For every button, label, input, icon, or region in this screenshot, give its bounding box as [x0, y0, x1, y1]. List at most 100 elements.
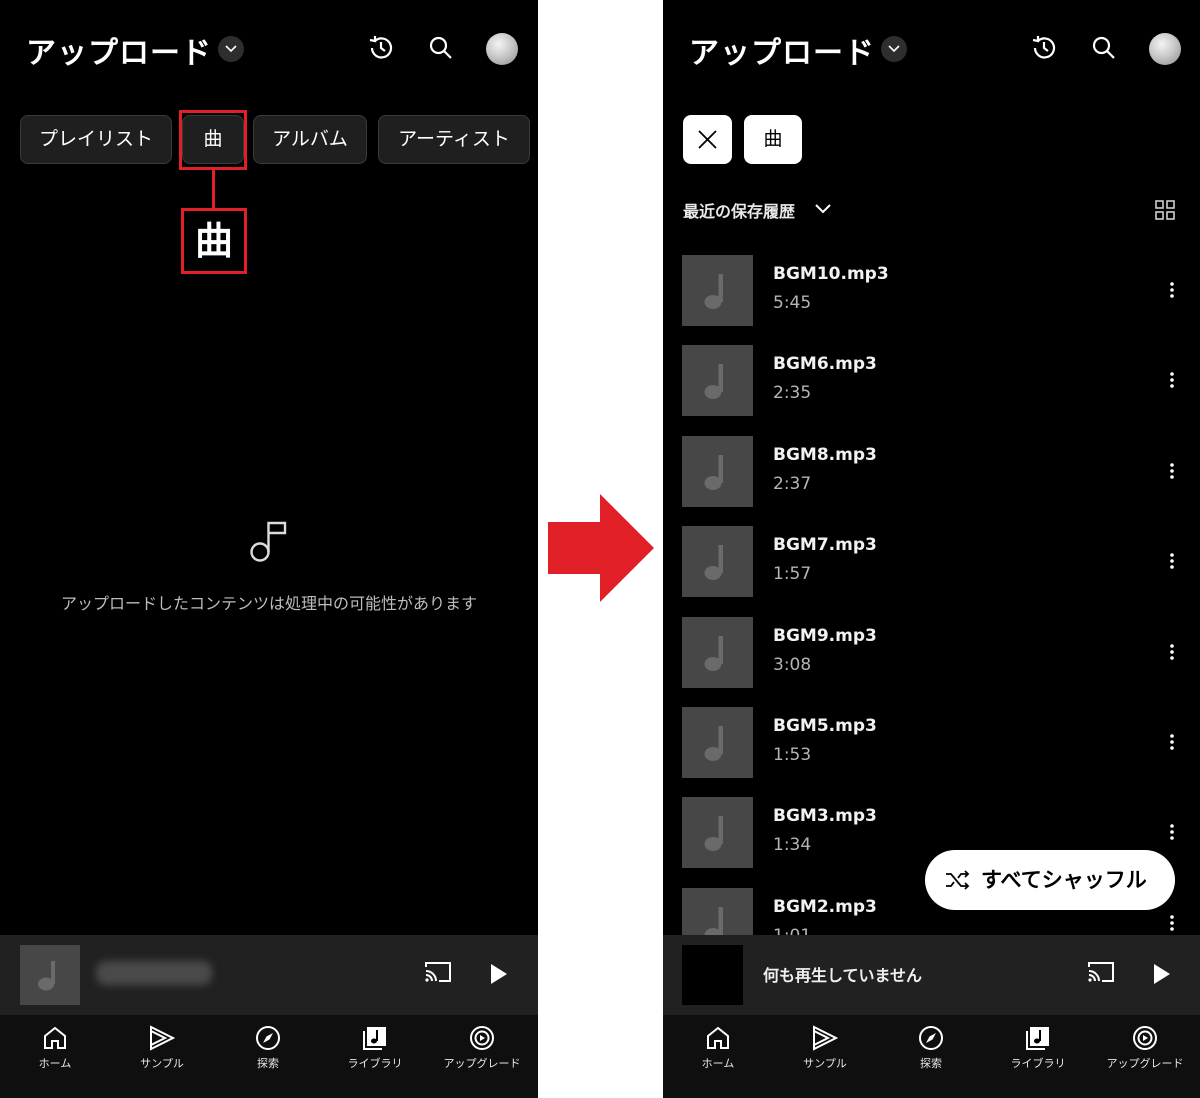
nav-home[interactable]: ホーム — [5, 1025, 105, 1071]
close-icon — [698, 130, 717, 149]
chip-artist[interactable]: アーティスト — [378, 115, 530, 164]
chip-song-selected[interactable]: 曲 — [744, 115, 802, 164]
right-screen: アップロード 曲 最近の保存履歴 BGM10.mp3 5:45 BGM6.mp3 2:… — [663, 0, 1200, 1098]
nav-explore[interactable]: 探索 — [218, 1025, 318, 1071]
song-row[interactable]: BGM10.mp3 5:45 — [663, 255, 1200, 345]
nav-label: ライブラリ — [347, 1057, 403, 1070]
compass-icon — [919, 1026, 943, 1050]
chevron-down-icon[interactable] — [881, 36, 907, 62]
more-vert-icon[interactable] — [1169, 823, 1175, 841]
more-vert-icon[interactable] — [1169, 643, 1175, 661]
chevron-down-icon[interactable] — [218, 36, 244, 62]
avatar[interactable] — [486, 33, 518, 65]
more-vert-icon[interactable] — [1169, 281, 1175, 299]
upgrade-icon — [470, 1026, 494, 1050]
history-icon[interactable] — [366, 33, 396, 63]
clear-filter-button[interactable] — [683, 115, 732, 164]
music-note-icon — [704, 545, 723, 580]
nav-label: ホーム — [701, 1057, 735, 1070]
page-title: アップロード — [689, 36, 875, 71]
more-vert-icon[interactable] — [1169, 914, 1175, 932]
nav-label: アップグレード — [1106, 1057, 1184, 1070]
music-note-icon — [38, 961, 55, 991]
now-playing-text: 何も再生していません — [763, 966, 923, 985]
more-vert-icon[interactable] — [1169, 552, 1175, 570]
song-thumbnail — [682, 436, 753, 507]
nav-sample[interactable]: サンプル — [112, 1025, 212, 1071]
more-vert-icon[interactable] — [1169, 462, 1175, 480]
chip-playlist[interactable]: プレイリスト — [20, 115, 172, 164]
library-icon — [1026, 1027, 1049, 1050]
mini-player[interactable]: 何も再生していません — [663, 935, 1200, 1015]
more-vert-icon[interactable] — [1169, 733, 1175, 751]
track-thumbnail — [682, 945, 743, 1005]
song-duration: 1:53 — [773, 745, 812, 765]
chevron-down-icon[interactable] — [813, 202, 833, 216]
nav-label: サンプル — [803, 1057, 847, 1070]
song-row[interactable]: BGM9.mp3 3:08 — [663, 617, 1200, 707]
nav-label: アップグレード — [443, 1057, 521, 1070]
music-note-icon — [250, 521, 287, 562]
upgrade-icon — [1133, 1026, 1157, 1050]
bottom-nav: ホーム サンプル 探索 ライブラリ アップグレード — [663, 1015, 1200, 1098]
chip-album[interactable]: アルバム — [253, 115, 367, 164]
song-title: BGM8.mp3 — [773, 445, 877, 465]
page-title: アップロード — [26, 36, 212, 71]
song-title: BGM7.mp3 — [773, 535, 877, 555]
shuffle-label: すべてシャッフル — [981, 868, 1147, 892]
cast-icon[interactable] — [1087, 961, 1115, 983]
play-icon[interactable] — [489, 963, 509, 985]
bottom-nav: ホーム サンプル 探索 ライブラリ アップグレード — [0, 1015, 538, 1098]
mini-player[interactable] — [0, 935, 538, 1015]
library-icon — [363, 1027, 386, 1050]
empty-message: アップロードしたコンテンツは処理中の可能性があります — [60, 594, 477, 613]
song-title: BGM2.mp3 — [773, 897, 877, 917]
song-row[interactable]: BGM6.mp3 2:35 — [663, 345, 1200, 435]
top-bar: アップロード — [663, 0, 1200, 96]
music-note-icon — [704, 455, 723, 490]
track-thumbnail — [20, 945, 80, 1005]
nav-explore[interactable]: 探索 — [881, 1025, 981, 1071]
highlight-box — [179, 110, 247, 170]
left-screen: アップロード プレイリスト 曲 アルバム アーティスト 曲 アップロードしたコン… — [0, 0, 538, 1098]
home-icon — [44, 1026, 66, 1049]
cast-icon[interactable] — [424, 961, 452, 983]
song-row[interactable]: BGM7.mp3 1:57 — [663, 526, 1200, 616]
nav-sample[interactable]: サンプル — [775, 1025, 875, 1071]
music-note-icon — [704, 274, 723, 309]
more-vert-icon[interactable] — [1169, 371, 1175, 389]
music-note-icon — [704, 636, 723, 671]
arrow-right-icon — [548, 494, 654, 602]
song-thumbnail — [682, 797, 753, 868]
nav-library[interactable]: ライブラリ — [325, 1025, 425, 1071]
nav-upgrade[interactable]: アップグレード — [1095, 1025, 1195, 1071]
nav-upgrade[interactable]: アップグレード — [432, 1025, 532, 1071]
music-note-icon — [704, 816, 723, 851]
song-thumbnail — [682, 345, 753, 416]
song-duration: 2:37 — [773, 474, 812, 494]
nav-label: ホーム — [38, 1057, 72, 1070]
shuffle-all-button[interactable]: すべてシャッフル — [925, 850, 1175, 910]
nav-home[interactable]: ホーム — [668, 1025, 768, 1071]
shuffle-icon — [946, 870, 970, 890]
top-bar: アップロード — [0, 0, 538, 96]
sort-label[interactable]: 最近の保存履歴 — [683, 198, 795, 222]
home-icon — [707, 1026, 729, 1049]
song-duration: 5:45 — [773, 293, 812, 313]
song-duration: 1:34 — [773, 835, 812, 855]
song-thumbnail — [682, 617, 753, 688]
grid-view-icon[interactable] — [1155, 200, 1175, 220]
search-icon[interactable] — [428, 35, 454, 61]
song-row[interactable]: BGM8.mp3 2:37 — [663, 436, 1200, 526]
history-icon[interactable] — [1029, 33, 1059, 63]
song-row[interactable]: BGM5.mp3 1:53 — [663, 707, 1200, 797]
compass-icon — [256, 1026, 280, 1050]
play-icon[interactable] — [1152, 963, 1172, 985]
song-thumbnail — [682, 255, 753, 326]
search-icon[interactable] — [1091, 35, 1117, 61]
avatar[interactable] — [1149, 33, 1181, 65]
nav-label: サンプル — [140, 1057, 184, 1070]
nav-library[interactable]: ライブラリ — [988, 1025, 1088, 1071]
song-title: BGM10.mp3 — [773, 264, 889, 284]
callout-line — [212, 170, 215, 208]
